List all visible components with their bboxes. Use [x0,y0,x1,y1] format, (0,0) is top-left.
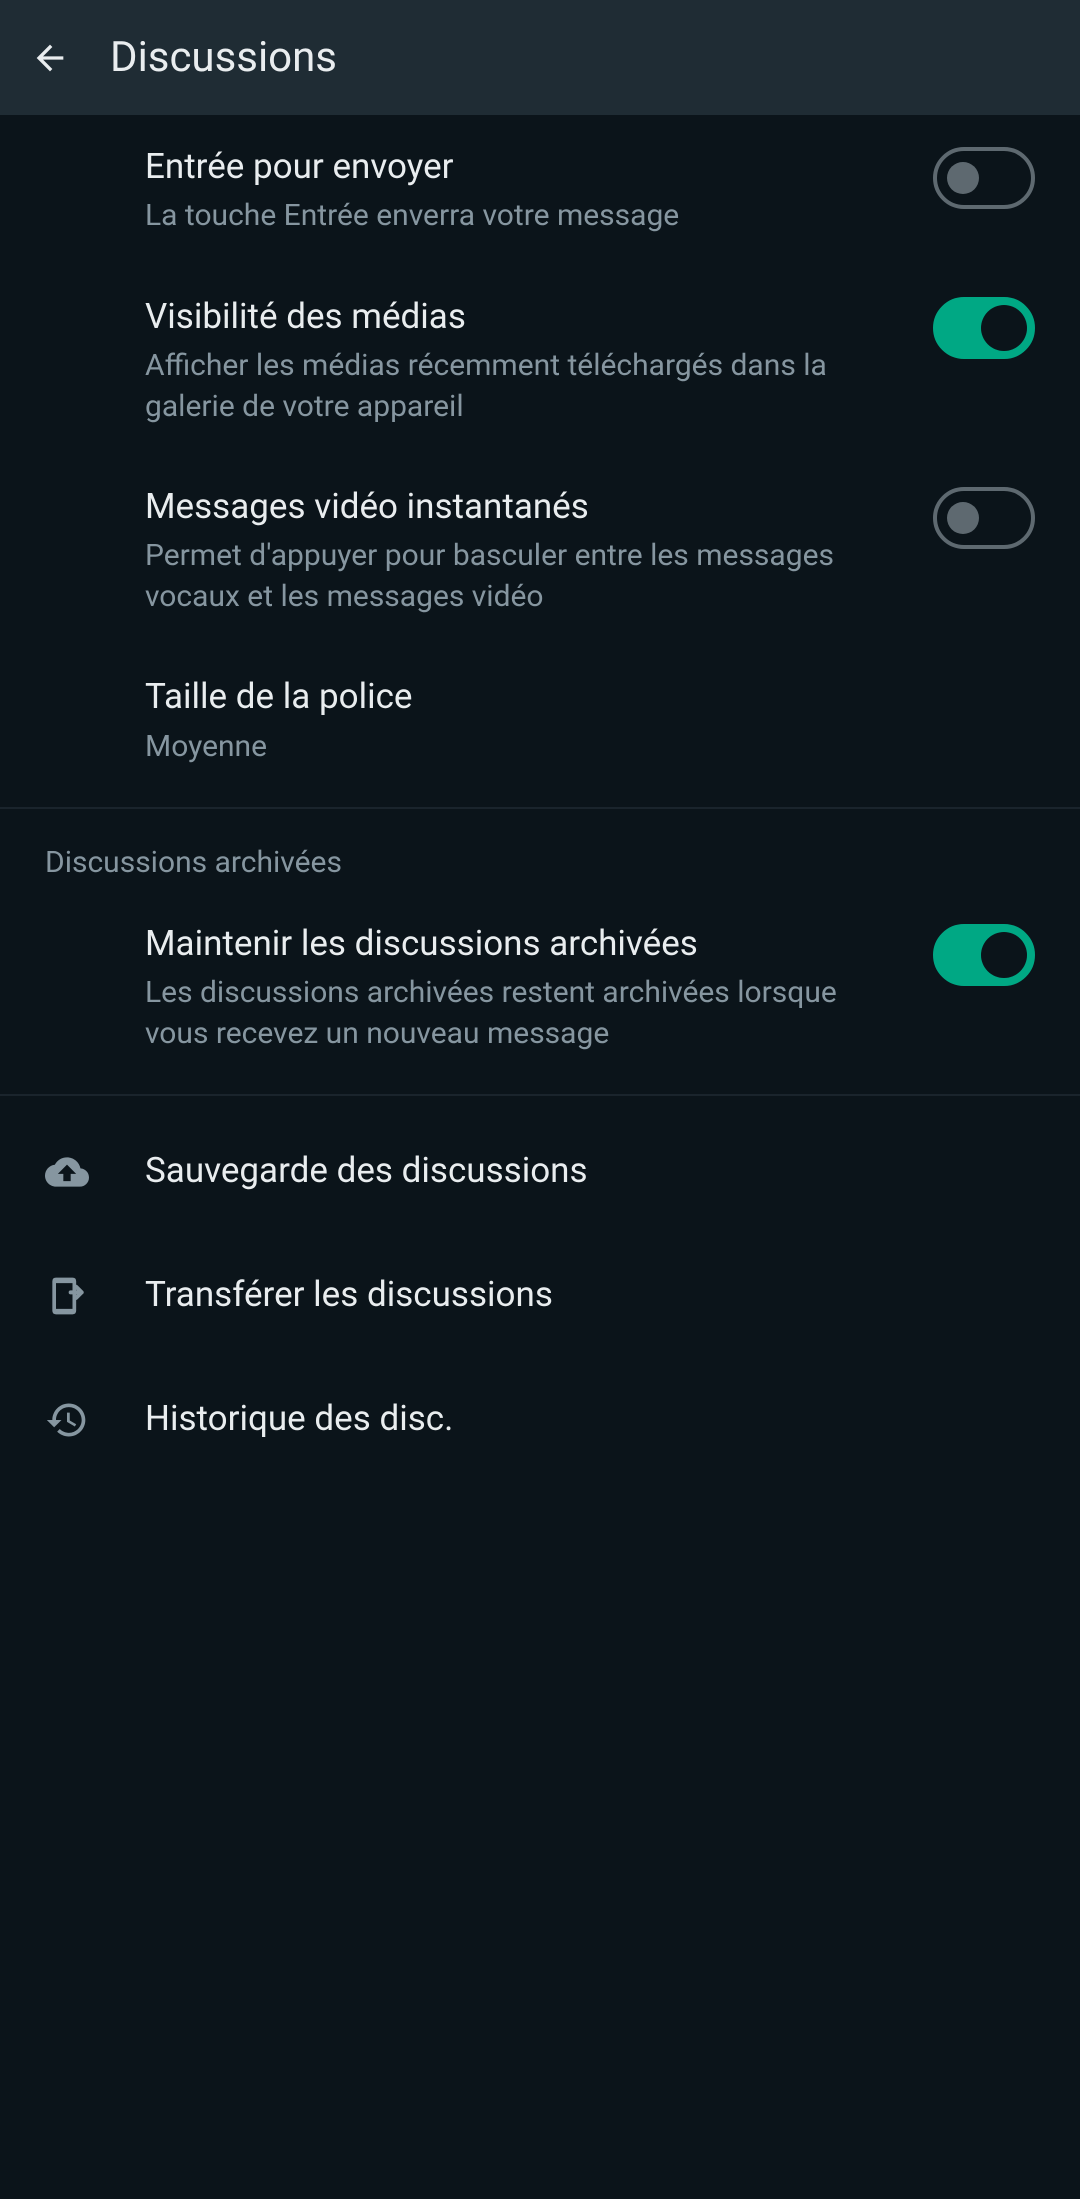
toggle-knob [981,305,1027,351]
toggle-media-visibility[interactable] [933,297,1035,359]
toggle-instant-video[interactable] [933,487,1035,549]
setting-title: Messages vidéo instantanés [145,483,893,530]
back-arrow-icon [30,38,70,78]
setting-enter-to-send[interactable]: Entrée pour envoyer La touche Entrée env… [0,115,1080,265]
setting-text-container: Taille de la police Moyenne [145,673,1035,767]
icon-container [45,1394,145,1442]
action-title: Sauvegarde des discussions [145,1147,588,1194]
app-header: Discussions [0,0,1080,115]
action-backup[interactable]: Sauvegarde des discussions [0,1108,1080,1232]
toggle-knob [981,932,1027,978]
setting-text-container: Messages vidéo instantanés Permet d'appu… [145,483,933,617]
history-icon [45,1398,89,1442]
setting-subtitle: Les discussions archivées restent archiv… [145,973,893,1054]
setting-title: Visibilité des médias [145,293,893,340]
toggle-knob [947,162,979,194]
setting-media-visibility[interactable]: Visibilité des médias Afficher les média… [0,265,1080,455]
setting-text-container: Visibilité des médias Afficher les média… [145,293,933,427]
toggle-keep-archived[interactable] [933,924,1035,986]
action-history[interactable]: Historique des disc. [0,1356,1080,1480]
setting-title: Entrée pour envoyer [145,143,893,190]
page-title: Discussions [110,33,337,82]
icon-container [45,1270,145,1318]
setting-title: Taille de la police [145,673,995,720]
action-transfer[interactable]: Transférer les discussions [0,1232,1080,1356]
setting-instant-video[interactable]: Messages vidéo instantanés Permet d'appu… [0,455,1080,645]
divider [0,807,1080,809]
icon-container [45,1146,145,1194]
setting-subtitle: Permet d'appuyer pour basculer entre les… [145,536,893,617]
setting-font-size[interactable]: Taille de la police Moyenne [0,645,1080,795]
settings-content: Entrée pour envoyer La touche Entrée env… [0,115,1080,1480]
section-header-archived: Discussions archivées [0,821,1080,892]
setting-subtitle: Moyenne [145,727,995,768]
setting-subtitle: La touche Entrée enverra votre message [145,196,893,237]
toggle-knob [947,502,979,534]
action-title: Transférer les discussions [145,1271,553,1318]
cloud-upload-icon [45,1150,89,1194]
back-button[interactable] [30,38,70,78]
divider [0,1094,1080,1096]
setting-text-container: Entrée pour envoyer La touche Entrée env… [145,143,933,237]
setting-title: Maintenir les discussions archivées [145,920,893,967]
setting-keep-archived[interactable]: Maintenir les discussions archivées Les … [0,892,1080,1082]
transfer-icon [45,1274,89,1318]
action-title: Historique des disc. [145,1395,453,1442]
setting-subtitle: Afficher les médias récemment téléchargé… [145,346,893,427]
toggle-enter-to-send[interactable] [933,147,1035,209]
setting-text-container: Maintenir les discussions archivées Les … [145,920,933,1054]
